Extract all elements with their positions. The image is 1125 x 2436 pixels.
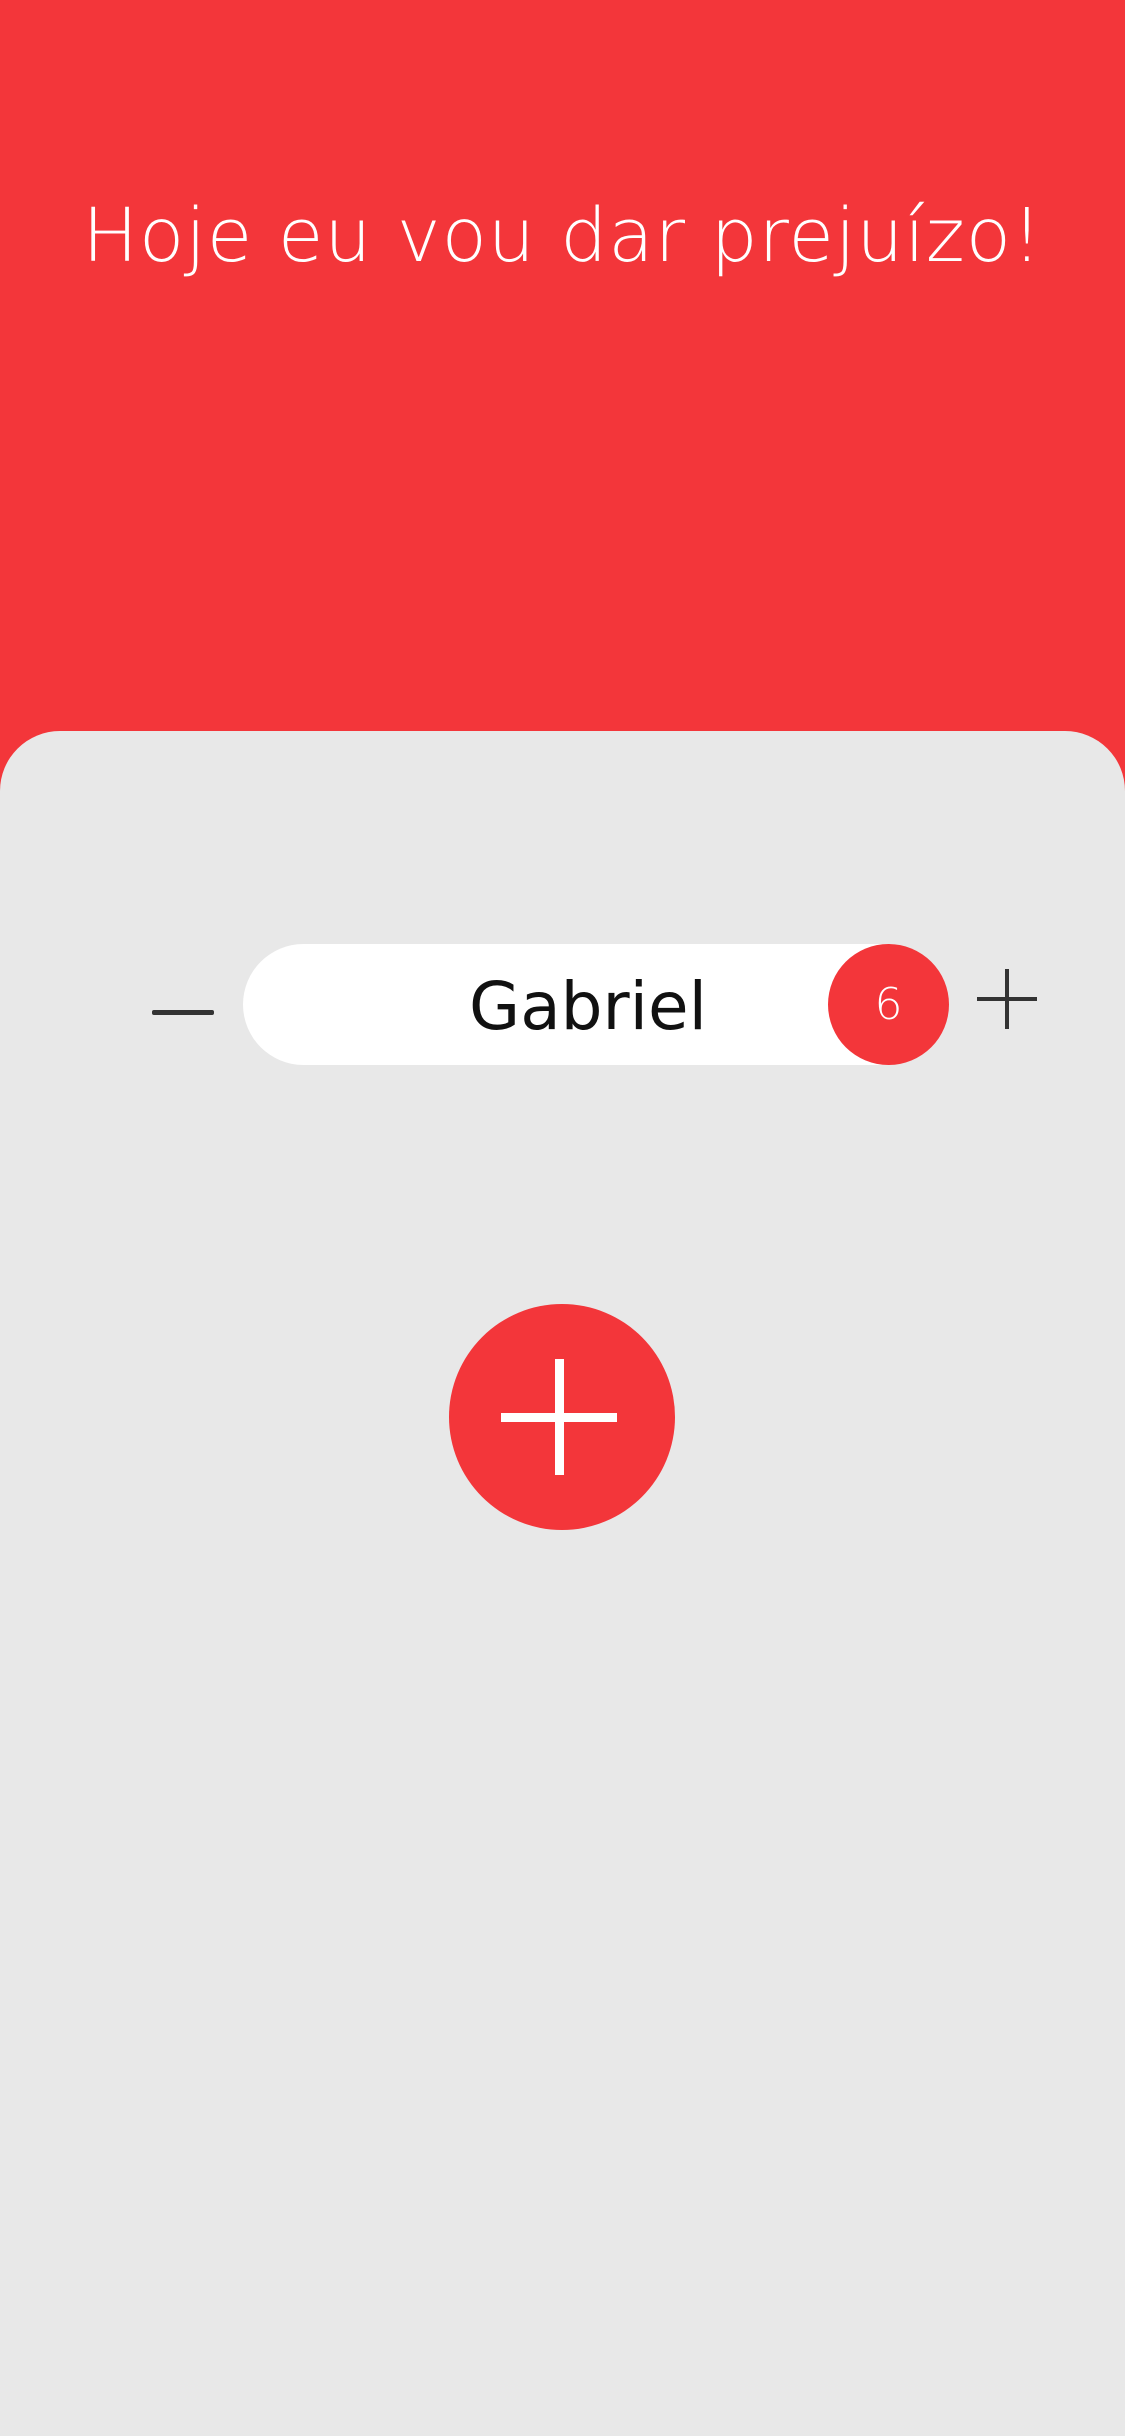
score-badge: 6 — [828, 944, 949, 1065]
decrement-score-button[interactable] — [145, 944, 220, 1066]
player-row: Gabriel 6 — [0, 944, 1125, 1066]
increment-score-button[interactable] — [974, 966, 1040, 1032]
page-title: Hoje eu vou dar prejuízo! — [82, 193, 1043, 279]
app-header: Hoje eu vou dar prejuízo! — [0, 0, 1125, 740]
minus-icon — [152, 1010, 214, 1015]
add-player-button[interactable] — [449, 1304, 675, 1530]
